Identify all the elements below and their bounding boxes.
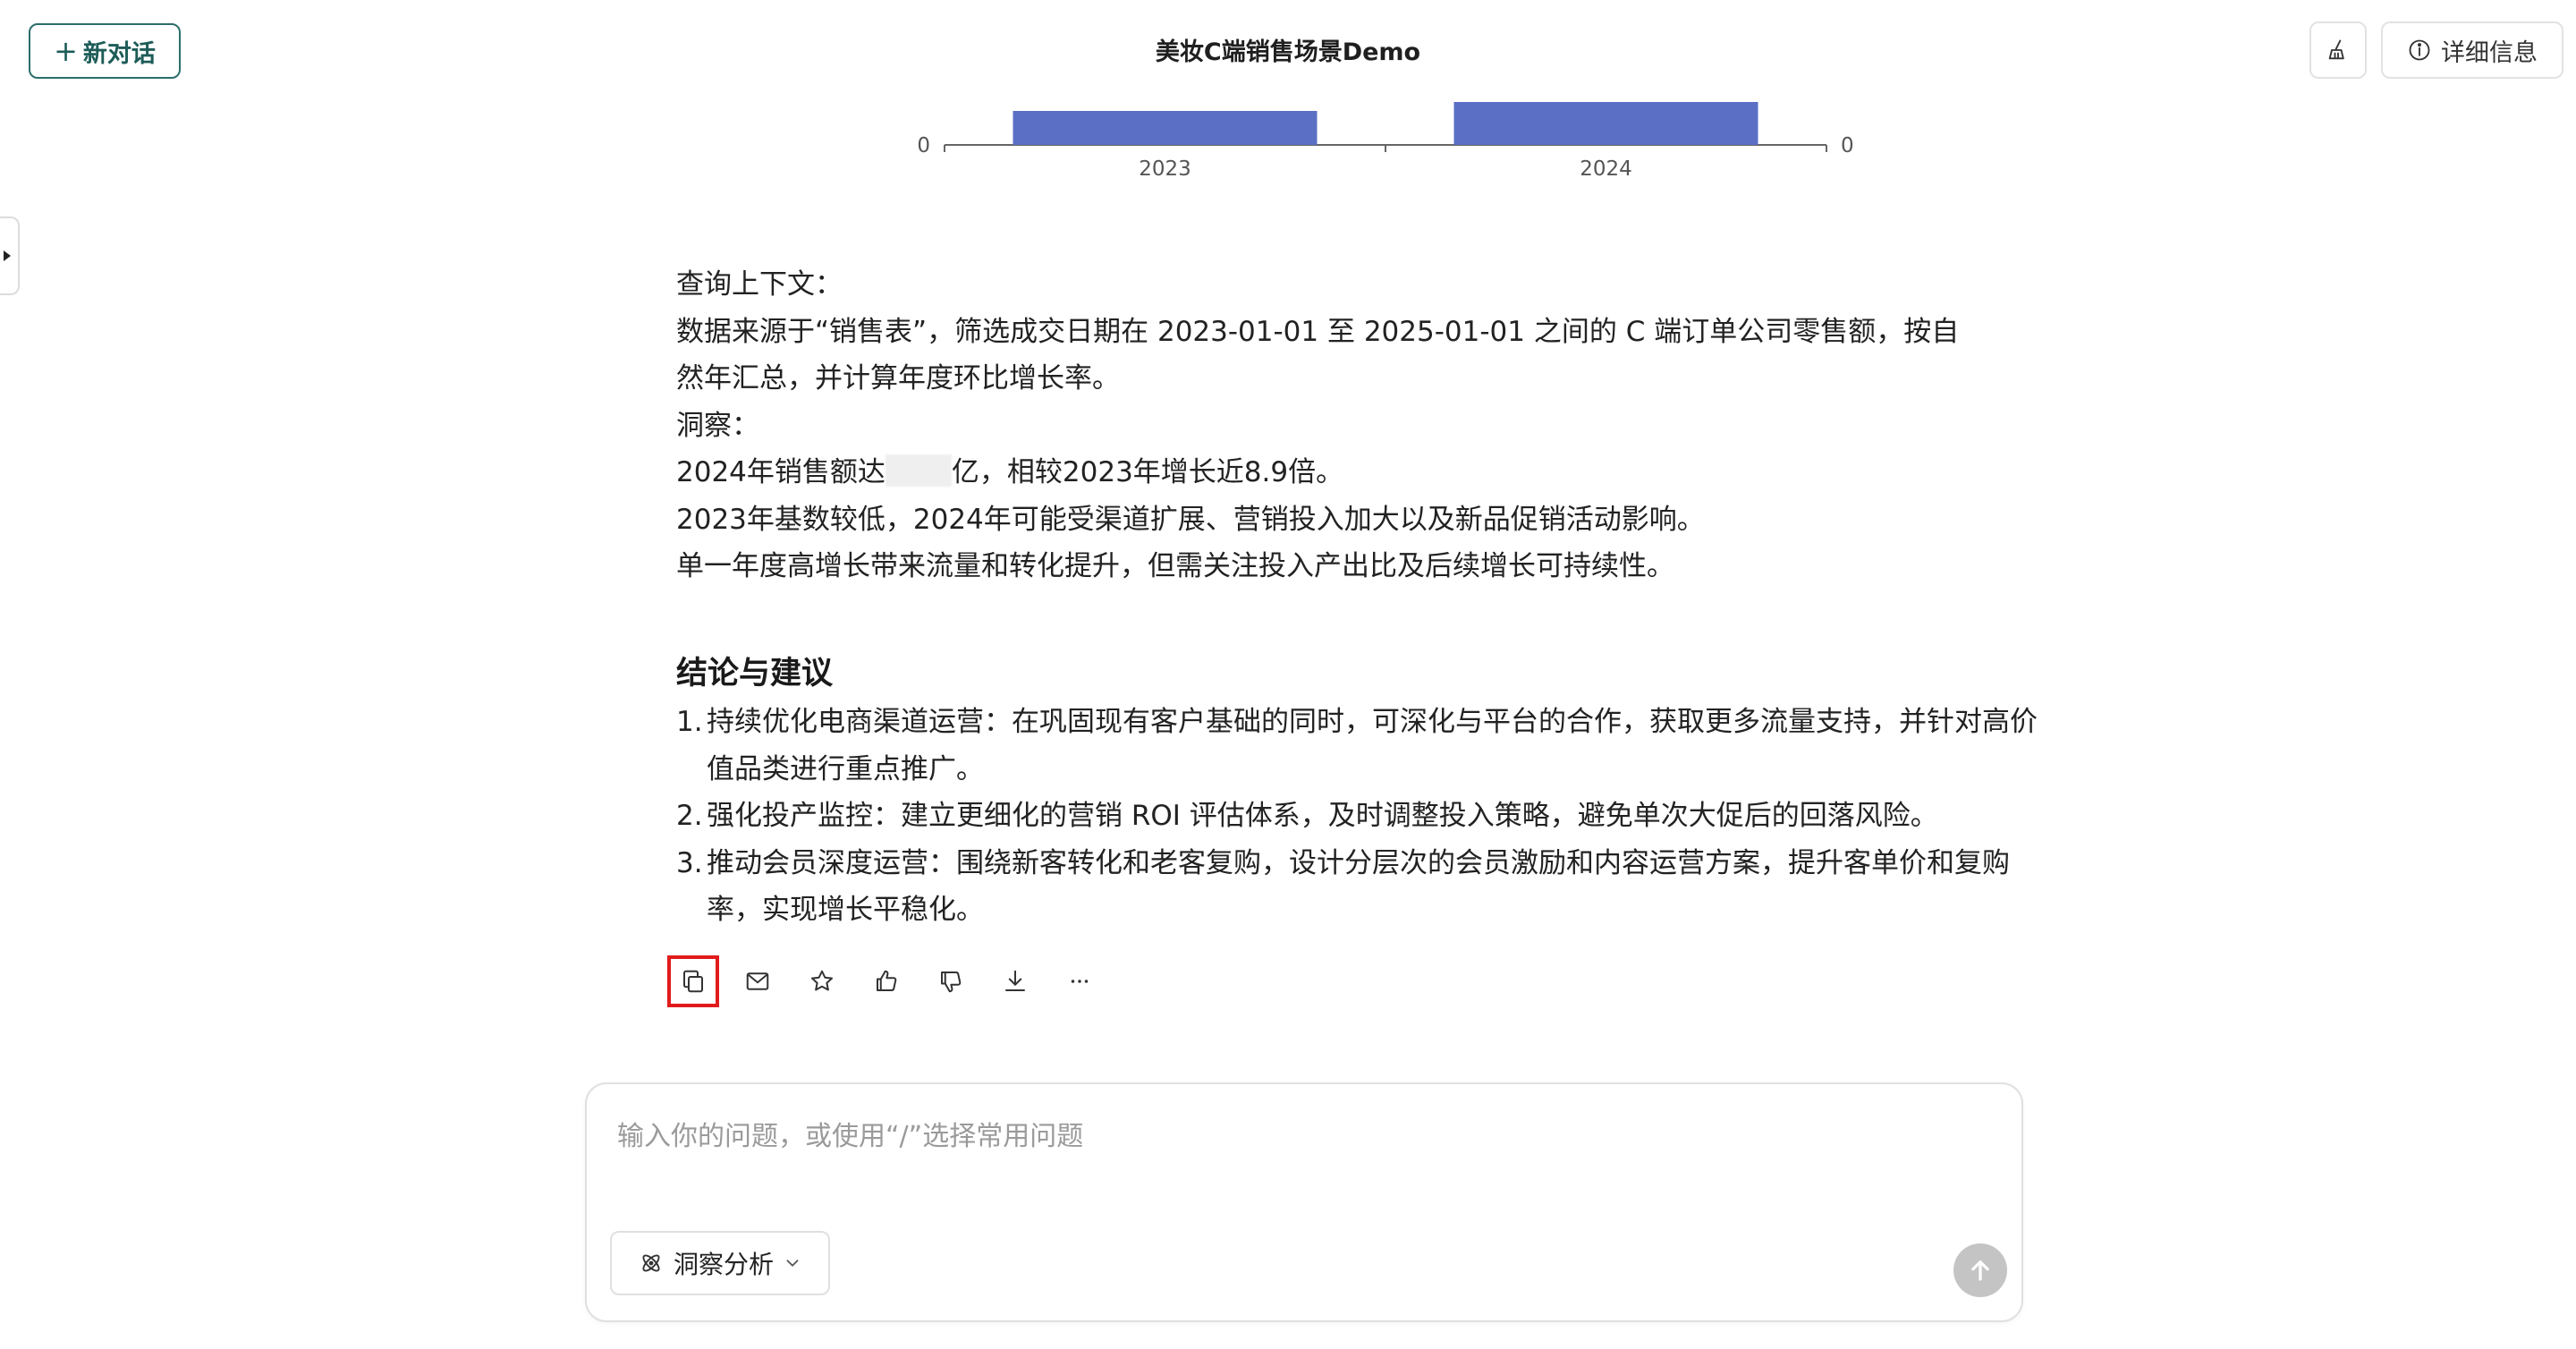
analysis-mode-select[interactable]: 洞察分析 [610, 1231, 830, 1295]
context-text-line: 数据来源于“销售表”，筛选成交日期在 2023-01-01 至 2025-01-… [676, 315, 1960, 348]
suggestion-list: 1. 持续优化电商渠道运营：在巩固现有客户基础的同时，可深化与平台的合作，获取更多… [676, 699, 2054, 934]
more-button[interactable] [1055, 957, 1104, 1005]
list-number: 1. [676, 706, 703, 738]
mail-icon [746, 972, 769, 990]
info-icon [2409, 39, 2430, 61]
send-button[interactable] [1953, 1243, 2007, 1297]
question-input[interactable] [617, 1109, 1995, 1163]
thumbs-up-icon [877, 970, 897, 991]
detail-info-button[interactable]: 详细信息 [2381, 21, 2563, 79]
copy-icon [683, 970, 703, 993]
like-button[interactable] [862, 957, 911, 1005]
redacted-value [885, 454, 952, 487]
x-tick-label: 2023 [1139, 157, 1191, 181]
detail-info-label: 详细信息 [2441, 38, 2538, 67]
sidebar-toggle[interactable] [0, 216, 20, 295]
list-number: 2. [676, 800, 703, 832]
favorite-button[interactable] [798, 957, 846, 1005]
context-text-line: 然年汇总，并计算年度环比增长率。 [676, 362, 1120, 395]
insight-line: 2024年销售额达 亿，相较2023年增长近8.9倍。 [676, 449, 2054, 496]
right-axis-tick-label: 0 [1841, 134, 1854, 157]
dislike-button[interactable] [927, 957, 975, 1005]
message-body: 查询上下文： 数据来源于“销售表”，筛选成交日期在 2023-01-01 至 2… [676, 261, 2054, 590]
message-actions [667, 955, 1104, 1007]
left-axis-tick-label: 0 [917, 134, 930, 157]
list-item: 1. 持续优化电商渠道运营：在巩固现有客户基础的同时，可深化与平台的合作，获取更多… [676, 699, 2054, 793]
list-text: 推动会员深度运营：围绕新客转化和老客复购，设计分层次的会员激励和内容运营方案，提… [707, 846, 2010, 927]
caret-right-icon [4, 250, 11, 261]
star-icon [811, 970, 833, 991]
sales-bar-chart: 0 0 2023 2024 [917, 102, 1854, 181]
context-heading: 查询上下文： [676, 268, 843, 301]
clear-conversation-button[interactable] [2309, 21, 2367, 79]
copy-button[interactable] [667, 955, 719, 1007]
analysis-mode-label: 洞察分析 [673, 1250, 774, 1279]
insight-prefix: 2024年销售额达 [676, 456, 886, 488]
bar-2023 [1013, 111, 1318, 145]
thumbs-down-icon [941, 971, 962, 993]
atom-icon [642, 1254, 660, 1272]
list-item: 3. 推动会员深度运营：围绕新客转化和老客复购，设计分层次的会员激励和内容运营方案… [676, 840, 2054, 934]
list-text: 持续优化电商渠道运营：在巩固现有客户基础的同时，可深化与平台的合作，获取更多流量… [707, 706, 2038, 785]
download-icon [1005, 970, 1025, 991]
list-text: 强化投产监控：建立更细化的营销 ROI 评估体系，及时调整投入策略，避免单次大促… [707, 800, 1938, 832]
chevron-down-icon [786, 1260, 799, 1267]
conclusion-title: 结论与建议 [676, 656, 834, 691]
insight-line: 2023年基数较低，2024年可能受渠道扩展、营销投入加大以及新品促销活动影响。 [676, 503, 1705, 536]
insight-heading: 洞察： [676, 409, 759, 442]
bar-2024 [1453, 102, 1758, 145]
page-title: 美妆C端销售场景Demo [1155, 38, 1421, 66]
share-mail-button[interactable] [733, 957, 782, 1005]
broom-icon [2328, 39, 2344, 60]
message-composer: 洞察分析 [585, 1082, 2023, 1322]
insight-suffix: 亿，相较2023年增长近8.9倍。 [951, 456, 1344, 488]
download-button[interactable] [991, 957, 1039, 1005]
list-item: 2. 强化投产监控：建立更细化的营销 ROI 评估体系，及时调整投入策略，避免单次… [676, 793, 2054, 840]
more-icon [1071, 980, 1089, 983]
arrow-up-icon [1971, 1260, 1989, 1281]
list-number: 3. [676, 846, 703, 879]
insight-line: 单一年度高增长带来流量和转化提升，但需关注投入产出比及后续增长可持续性。 [676, 550, 1674, 582]
x-tick-label: 2024 [1580, 157, 1632, 181]
